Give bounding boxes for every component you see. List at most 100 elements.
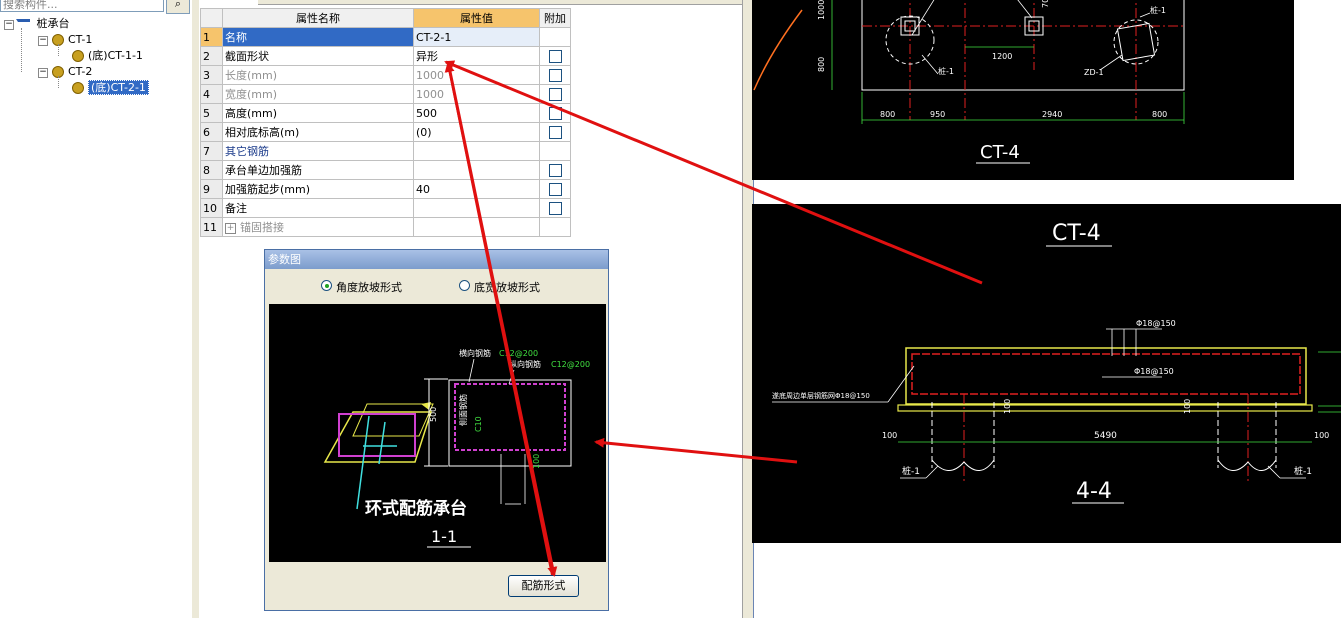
tree-item-label: (底)CT-1-1 <box>88 49 143 62</box>
dim-100: 100 <box>532 454 541 469</box>
property-value[interactable]: 1000 <box>413 84 540 104</box>
row-number: 2 <box>200 46 223 66</box>
leader <box>1139 12 1151 18</box>
property-value[interactable] <box>413 217 540 237</box>
table-row[interactable]: 6 相对底标高(m) (0) <box>200 122 571 142</box>
property-name[interactable]: 宽度(mm) <box>222 84 414 104</box>
toolbar-strip <box>258 0 742 5</box>
rebar-form-button[interactable]: 配筋形式 <box>508 575 579 597</box>
property-name[interactable]: 承台单边加强筋 <box>222 160 414 180</box>
leader <box>887 365 915 403</box>
collapse-icon[interactable]: − <box>38 68 48 78</box>
cad-dim: 800 <box>880 110 895 119</box>
property-name[interactable]: 加强筋起步(mm) <box>222 179 414 199</box>
table-row[interactable]: 10 备注 <box>200 198 571 218</box>
dim-right: 100 <box>1314 431 1329 440</box>
row-number: 1 <box>200 27 223 47</box>
property-name[interactable]: 备注 <box>222 198 414 218</box>
collapse-icon[interactable]: − <box>38 36 48 46</box>
row-number: 5 <box>200 103 223 123</box>
radio-angle-label[interactable]: 角度放坡形式 <box>336 279 402 295</box>
extra-checkbox[interactable] <box>548 106 562 120</box>
property-name[interactable]: 名称 <box>222 27 414 47</box>
cad-dim: 1000 <box>817 0 826 20</box>
property-name[interactable]: 其它钢筋 <box>222 141 414 161</box>
tree-item-ct1-1[interactable]: (底)CT-1-1 <box>72 48 143 64</box>
table-row[interactable]: 1 名称 CT-2-1 <box>200 27 571 47</box>
gear-icon <box>72 50 84 62</box>
label-side: 侧面钢筋 <box>458 394 468 426</box>
table-row[interactable]: 11 + 锚固搭接 <box>200 217 571 237</box>
property-value[interactable] <box>413 198 540 218</box>
cad-curve <box>753 9 803 91</box>
gear-icon <box>72 82 84 94</box>
collapse-icon[interactable]: − <box>4 20 14 30</box>
label-horizontal-value: C12@200 <box>499 349 538 358</box>
dim-v2: 100 <box>1183 399 1192 414</box>
property-value[interactable]: 500 <box>413 103 540 123</box>
section-label: 4-4 <box>1076 479 1112 504</box>
extra-checkbox[interactable] <box>548 49 562 63</box>
leader <box>1017 0 1033 19</box>
param-diagram-svg: 500 横向钢筋 C12@200 纵向钢筋 C12@200 侧面钢筋 C10 1… <box>323 348 590 548</box>
search-icon[interactable]: ⌕ <box>166 0 190 14</box>
extra-checkbox[interactable] <box>548 182 562 196</box>
rebar-mid-label: Φ18@150 <box>1134 367 1174 376</box>
tree-item-ct2-1[interactable]: (底)CT-2-1 <box>72 80 149 96</box>
property-name[interactable]: 长度(mm) <box>222 65 414 85</box>
table-row[interactable]: 2 截面形状 异形 <box>200 46 571 66</box>
property-value[interactable]: 40 <box>413 179 540 199</box>
extra-checkbox[interactable] <box>548 163 562 177</box>
property-name[interactable]: 截面形状 <box>222 46 414 66</box>
property-value[interactable] <box>413 160 540 180</box>
header-name[interactable]: 属性名称 <box>222 8 414 28</box>
header-blank <box>200 8 223 28</box>
label-vertical: 纵向钢筋 <box>509 359 541 369</box>
param-dialog: 参数图 角度放坡形式 底宽放坡形式 500 横向钢筋 C12@200 纵向钢筋 <box>264 249 609 611</box>
tree-line <box>58 44 60 56</box>
property-grid: 属性名称 属性值 附加 1 名称 CT-2-1 2 截面形状 异形 3 长度(m… <box>200 8 571 237</box>
table-row[interactable]: 8 承台单边加强筋 <box>200 160 571 180</box>
table-row[interactable]: 3 长度(mm) 1000 <box>200 65 571 85</box>
table-row[interactable]: 9 加强筋起步(mm) 40 <box>200 179 571 199</box>
table-row[interactable]: 4 宽度(mm) 1000 <box>200 84 571 104</box>
dialog-title: 参数图 <box>265 250 608 269</box>
iso-axis-line <box>378 421 386 465</box>
property-value[interactable] <box>413 141 540 161</box>
property-value[interactable]: 1000 <box>413 65 540 85</box>
header-value[interactable]: 属性值 <box>413 8 540 28</box>
property-name-cell[interactable]: + 锚固搭接 <box>222 217 414 237</box>
row-number: 10 <box>200 198 223 218</box>
extra-checkbox[interactable] <box>548 201 562 215</box>
tree-root-label: 桩承台 <box>36 17 70 30</box>
property-name[interactable]: 相对底标高(m) <box>222 122 414 142</box>
expand-icon[interactable]: + <box>225 222 236 234</box>
cad-dim: 800 <box>817 57 826 72</box>
radio-angle[interactable] <box>321 280 332 291</box>
row-number: 8 <box>200 160 223 180</box>
tree-item-label-selected: (底)CT-2-1 <box>88 80 149 95</box>
extra-checkbox[interactable] <box>548 125 562 139</box>
property-name[interactable]: 高度(mm) <box>222 103 414 123</box>
dim-total: 5490 <box>1094 431 1117 441</box>
property-value[interactable]: (0) <box>413 122 540 142</box>
table-row[interactable]: 5 高度(mm) 500 <box>200 103 571 123</box>
extra-cell <box>539 141 571 161</box>
tree-root[interactable]: − 桩承台 <box>4 16 70 32</box>
extra-checkbox[interactable] <box>548 87 562 101</box>
property-value[interactable]: CT-2-1 <box>413 27 540 47</box>
cap-rebar <box>911 353 1301 395</box>
property-value[interactable]: 异形 <box>413 46 540 66</box>
label-side-value: C10 <box>474 416 483 432</box>
extra-cell <box>539 217 571 237</box>
row-number: 6 <box>200 122 223 142</box>
header-extra[interactable]: 附加 <box>539 8 571 28</box>
pile-label: 桩-1 <box>1150 5 1166 15</box>
search-input[interactable]: 搜索构件... <box>0 0 164 12</box>
extra-cell <box>539 179 571 199</box>
row-number: 9 <box>200 179 223 199</box>
table-row[interactable]: 7 其它钢筋 <box>200 141 571 161</box>
radio-bottom-label[interactable]: 底宽放坡形式 <box>474 279 540 295</box>
extra-checkbox[interactable] <box>548 68 562 82</box>
radio-bottom[interactable] <box>459 280 470 291</box>
